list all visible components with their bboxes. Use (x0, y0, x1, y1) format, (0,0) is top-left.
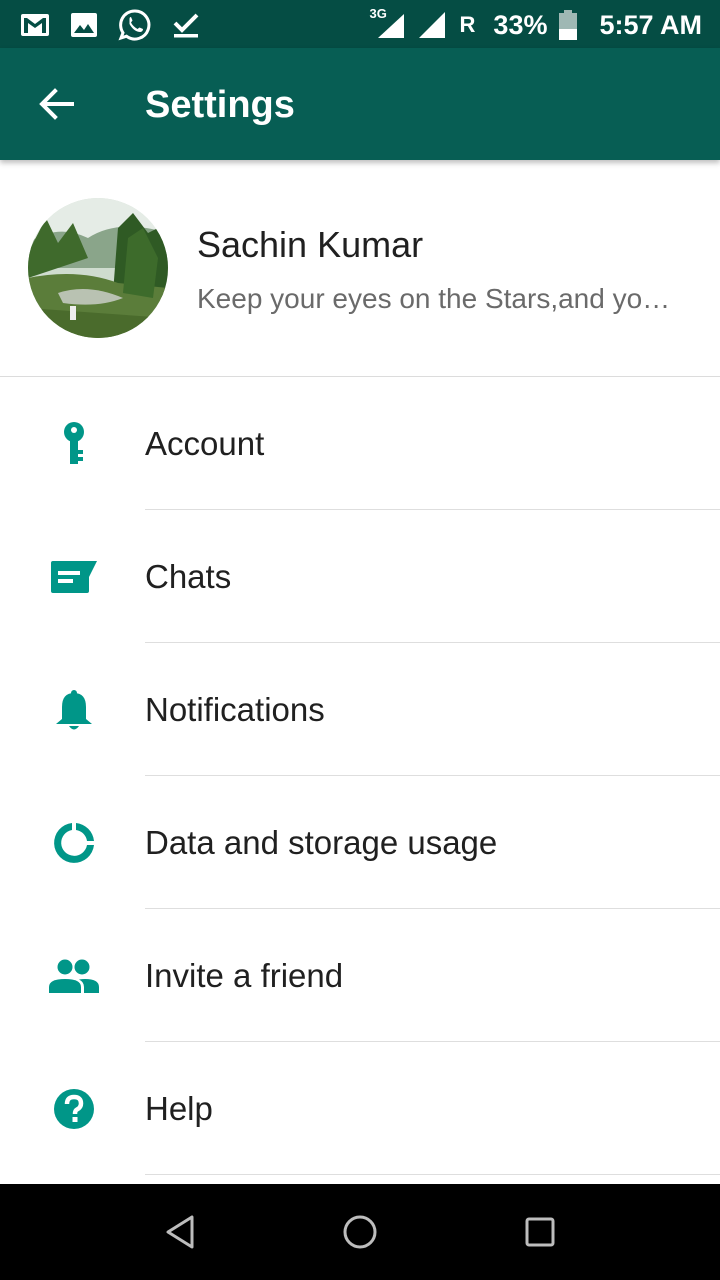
menu-item-label: Notifications (145, 691, 325, 728)
battery-percentage: 33% (493, 9, 548, 40)
nav-recents-button[interactable] (516, 1208, 564, 1256)
notification-icons (20, 8, 200, 42)
key-icon (44, 421, 104, 467)
nav-home-button[interactable] (336, 1208, 384, 1256)
profile-name: Sachin Kumar (197, 224, 424, 265)
menu-item-chats[interactable]: Chats (0, 510, 720, 643)
menu-item-help[interactable]: Help (0, 1042, 720, 1175)
menu-item-account[interactable]: Account (0, 377, 720, 510)
settings-menu: Account Chats Notifications Data and sto… (0, 377, 720, 1175)
profile-row[interactable]: Sachin Kumar Keep your eyes on the Stars… (0, 160, 720, 376)
roaming-indicator: R (459, 12, 476, 37)
menu-item-data-storage[interactable]: Data and storage usage (0, 776, 720, 909)
clock: 5:57 AM (599, 9, 702, 40)
status-bar: 3G R 33% 5:57 AM (0, 0, 720, 48)
menu-item-label: Data and storage usage (145, 824, 498, 861)
people-icon (44, 953, 104, 999)
system-nav-bar (0, 1184, 720, 1280)
avatar[interactable] (28, 198, 168, 338)
gallery-icon (70, 12, 98, 38)
recents-square-icon (525, 1217, 555, 1247)
help-icon (44, 1086, 104, 1132)
menu-item-notifications[interactable]: Notifications (0, 643, 720, 776)
system-status: 3G R 33% 5:57 AM (370, 6, 702, 44)
menu-item-invite[interactable]: Invite a friend (0, 909, 720, 1042)
menu-item-label: Help (145, 1090, 213, 1127)
divider (145, 1174, 720, 1175)
chat-icon (44, 554, 104, 600)
bell-icon (44, 687, 104, 733)
app-toolbar: Settings (0, 48, 720, 160)
menu-item-label: Chats (145, 558, 232, 595)
task-done-icon (172, 11, 200, 39)
signal-3g-icon: 3G (370, 6, 406, 40)
back-button[interactable] (24, 74, 88, 134)
whatsapp-icon (118, 8, 152, 42)
signal-icon (418, 11, 446, 39)
network-type-label: 3G (369, 6, 387, 21)
gmail-icon (20, 13, 50, 37)
nav-back-button[interactable] (156, 1208, 204, 1256)
menu-item-label: Account (145, 425, 265, 462)
arrow-back-icon (39, 88, 74, 120)
menu-item-label: Invite a friend (145, 957, 344, 994)
data-usage-icon (44, 820, 104, 866)
back-triangle-icon (166, 1215, 194, 1249)
profile-status: Keep your eyes on the Stars,and yo… (197, 283, 671, 314)
home-circle-icon (343, 1215, 377, 1249)
page-title: Settings (145, 84, 295, 126)
battery-icon (559, 10, 578, 40)
